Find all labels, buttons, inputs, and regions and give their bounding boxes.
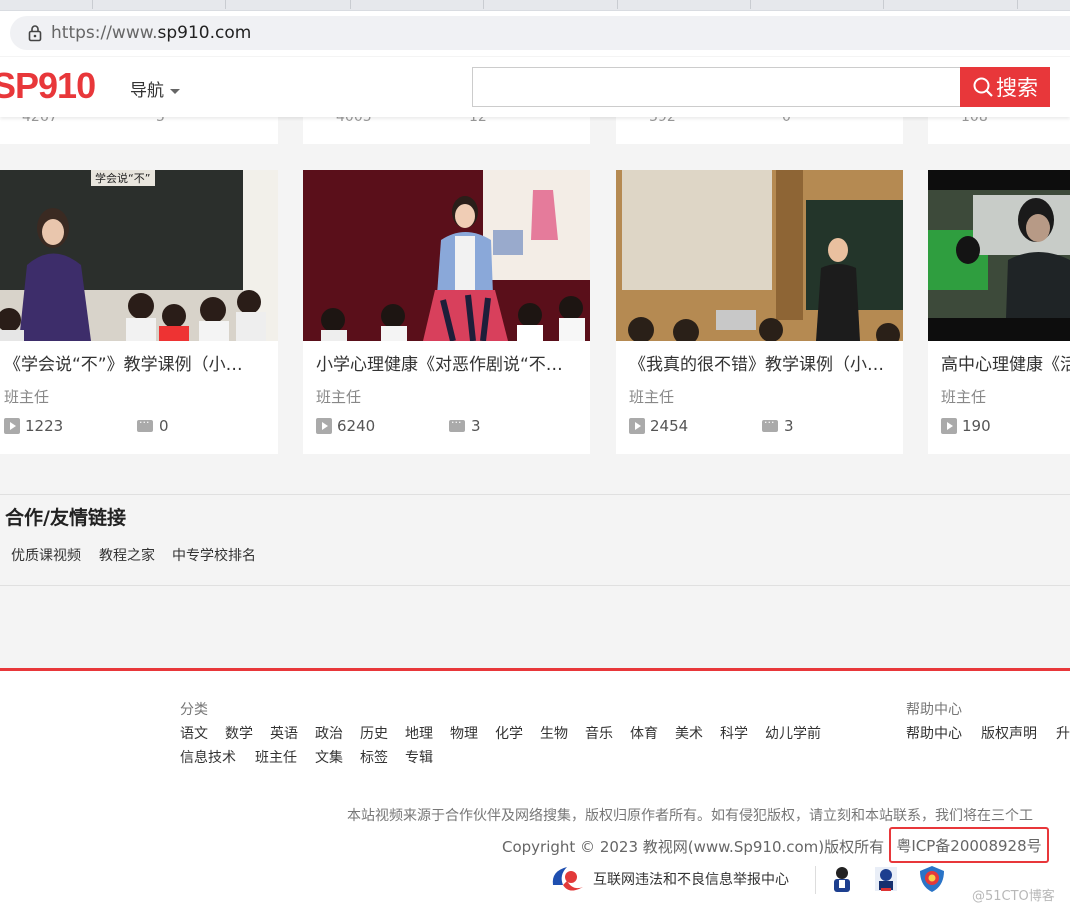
- police-badge-icon[interactable]: [828, 864, 856, 894]
- partial-comments: 5: [156, 117, 165, 125]
- play-icon: [629, 418, 645, 434]
- comment-count: 3: [762, 413, 794, 435]
- board-text: 学会说“不”: [95, 171, 150, 185]
- video-card[interactable]: 《我真的很不错》教学课例（小… 班主任 2454 3: [616, 170, 903, 454]
- footer-category-link[interactable]: 体育: [630, 723, 658, 743]
- copyright-notice: 本站视频来源于合作伙伴及网络搜集，版权归原作者所有。如有侵犯版权，请立刻和本站联…: [347, 808, 1033, 824]
- view-count: 6240: [316, 417, 375, 435]
- partial-comments: 0: [782, 117, 791, 125]
- footer-help-link[interactable]: 升: [1056, 723, 1070, 743]
- footer-category-link[interactable]: 政治: [315, 723, 343, 743]
- footer-divider: [815, 866, 816, 894]
- footer-category-link[interactable]: 幼儿学前: [765, 723, 821, 743]
- video-card[interactable]: 小学心理健康《对恶作剧说“不… 班主任 6240 3: [303, 170, 590, 454]
- play-icon: [316, 418, 332, 434]
- browser-address-bar: https://www.sp910.com: [0, 11, 1070, 56]
- security-shield-icon[interactable]: [918, 864, 946, 894]
- video-category[interactable]: 班主任: [4, 386, 49, 407]
- address-field[interactable]: https://www.sp910.com: [10, 16, 1070, 50]
- links-section-title: 合作/友情链接: [5, 507, 126, 529]
- card-bottom-partial: 108: [928, 117, 1070, 144]
- footer-help-label: 帮助中心: [906, 702, 962, 718]
- footer-category-link[interactable]: 音乐: [585, 723, 613, 743]
- video-card[interactable]: 学会说“不” 《学会说“不”》教学课例（小… 班主任 1223 0: [0, 170, 278, 454]
- nav-label: 导航: [130, 81, 164, 101]
- friend-link[interactable]: 教程之家: [99, 545, 155, 565]
- footer-category-link[interactable]: 历史: [360, 723, 388, 743]
- report-center-label: 互联网违法和不良信息举报中心: [593, 872, 789, 888]
- site-logo[interactable]: SP910: [0, 65, 96, 107]
- video-thumbnail[interactable]: [616, 170, 903, 341]
- video-category[interactable]: 班主任: [629, 386, 674, 407]
- comment-icon: [449, 413, 465, 432]
- partial-views: 4005: [336, 117, 372, 125]
- video-thumbnail[interactable]: [303, 170, 590, 341]
- video-title[interactable]: 小学心理健康《对恶作剧说“不…: [316, 350, 581, 375]
- video-title[interactable]: 《学会说“不”》教学课例（小…: [4, 350, 269, 375]
- video-card[interactable]: 高中心理健康《活 班主任 190: [928, 170, 1070, 454]
- report-center-icon: [552, 867, 583, 891]
- chevron-down-icon: [170, 88, 180, 94]
- section-divider: [0, 494, 1070, 495]
- footer-category-link[interactable]: 生物: [540, 723, 568, 743]
- footer-category-link[interactable]: 美术: [675, 723, 703, 743]
- partial-comments: 12: [469, 117, 487, 125]
- friend-link[interactable]: 优质课视频: [11, 545, 81, 565]
- video-category[interactable]: 班主任: [941, 386, 986, 407]
- play-icon: [4, 418, 20, 434]
- comment-icon: [762, 413, 778, 432]
- footer-category-link[interactable]: 班主任: [255, 747, 297, 767]
- footer-category-link[interactable]: 化学: [495, 723, 523, 743]
- partial-views: 392: [649, 117, 676, 125]
- icp-license-link[interactable]: 粤ICP备20008928号: [889, 827, 1049, 863]
- footer-category-link[interactable]: 英语: [270, 723, 298, 743]
- footer-category-link[interactable]: 数学: [225, 723, 253, 743]
- partial-views: 108: [961, 117, 988, 125]
- comment-icon: [137, 413, 153, 432]
- lock-icon[interactable]: [28, 24, 42, 42]
- friend-link[interactable]: 中专学校排名: [172, 545, 256, 565]
- card-bottom-partial: 4267 5: [0, 117, 278, 144]
- footer-category-link[interactable]: 信息技术: [180, 747, 236, 767]
- footer-category-link[interactable]: 地理: [405, 723, 433, 743]
- browser-tab-strip: [0, 0, 1070, 11]
- video-title[interactable]: 《我真的很不错》教学课例（小…: [629, 350, 894, 375]
- video-category[interactable]: 班主任: [316, 386, 361, 407]
- footer-category-link[interactable]: 物理: [450, 723, 478, 743]
- nav-menu[interactable]: 导航: [130, 76, 180, 101]
- footer-category-link[interactable]: 语文: [180, 723, 208, 743]
- view-count: 2454: [629, 417, 688, 435]
- copyright-text: Copyright © 2023 教视网(www.Sp910.com)版权所有: [502, 838, 885, 856]
- search-button-label: 搜索: [996, 76, 1038, 100]
- footer-category-link[interactable]: 文集: [315, 747, 343, 767]
- card-bottom-partial: 4005 12: [303, 117, 590, 144]
- comment-count: 0: [137, 413, 169, 435]
- site-footer: 分类 语文 数学 英语 政治 历史 地理 物理 化学 生物 音乐 体育 美术 科学 幼儿学前 信息技术 班主…: [0, 668, 1070, 910]
- cyber-police-icon[interactable]: [872, 864, 900, 894]
- watermark-text: @51CTO博客: [972, 889, 1055, 904]
- video-title[interactable]: 高中心理健康《活: [941, 350, 1070, 375]
- url-text[interactable]: https://www.sp910.com: [51, 23, 251, 43]
- search-input[interactable]: [472, 67, 960, 107]
- comment-count: 3: [449, 413, 481, 435]
- search-icon: [973, 77, 993, 97]
- video-thumbnail[interactable]: [928, 170, 1070, 341]
- report-center-link[interactable]: 互联网违法和不良信息举报中心: [547, 861, 789, 897]
- search-button[interactable]: 搜索: [960, 67, 1050, 107]
- footer-category-link[interactable]: 专辑: [405, 747, 433, 767]
- footer-category-link[interactable]: 标签: [360, 747, 388, 767]
- footer-category-link[interactable]: 科学: [720, 723, 748, 743]
- footer-help-link[interactable]: 帮助中心: [906, 723, 962, 743]
- site-header: SP910 导航 搜索: [0, 57, 1070, 117]
- partial-views: 4267: [22, 117, 58, 125]
- section-divider: [0, 585, 1070, 586]
- view-count: 1223: [4, 417, 63, 435]
- video-thumbnail[interactable]: 学会说“不”: [0, 170, 278, 341]
- footer-category-label: 分类: [180, 702, 208, 718]
- play-icon: [941, 418, 957, 434]
- card-bottom-partial: 392 0: [616, 117, 903, 144]
- footer-help-link[interactable]: 版权声明: [981, 723, 1037, 743]
- view-count: 190: [941, 417, 991, 435]
